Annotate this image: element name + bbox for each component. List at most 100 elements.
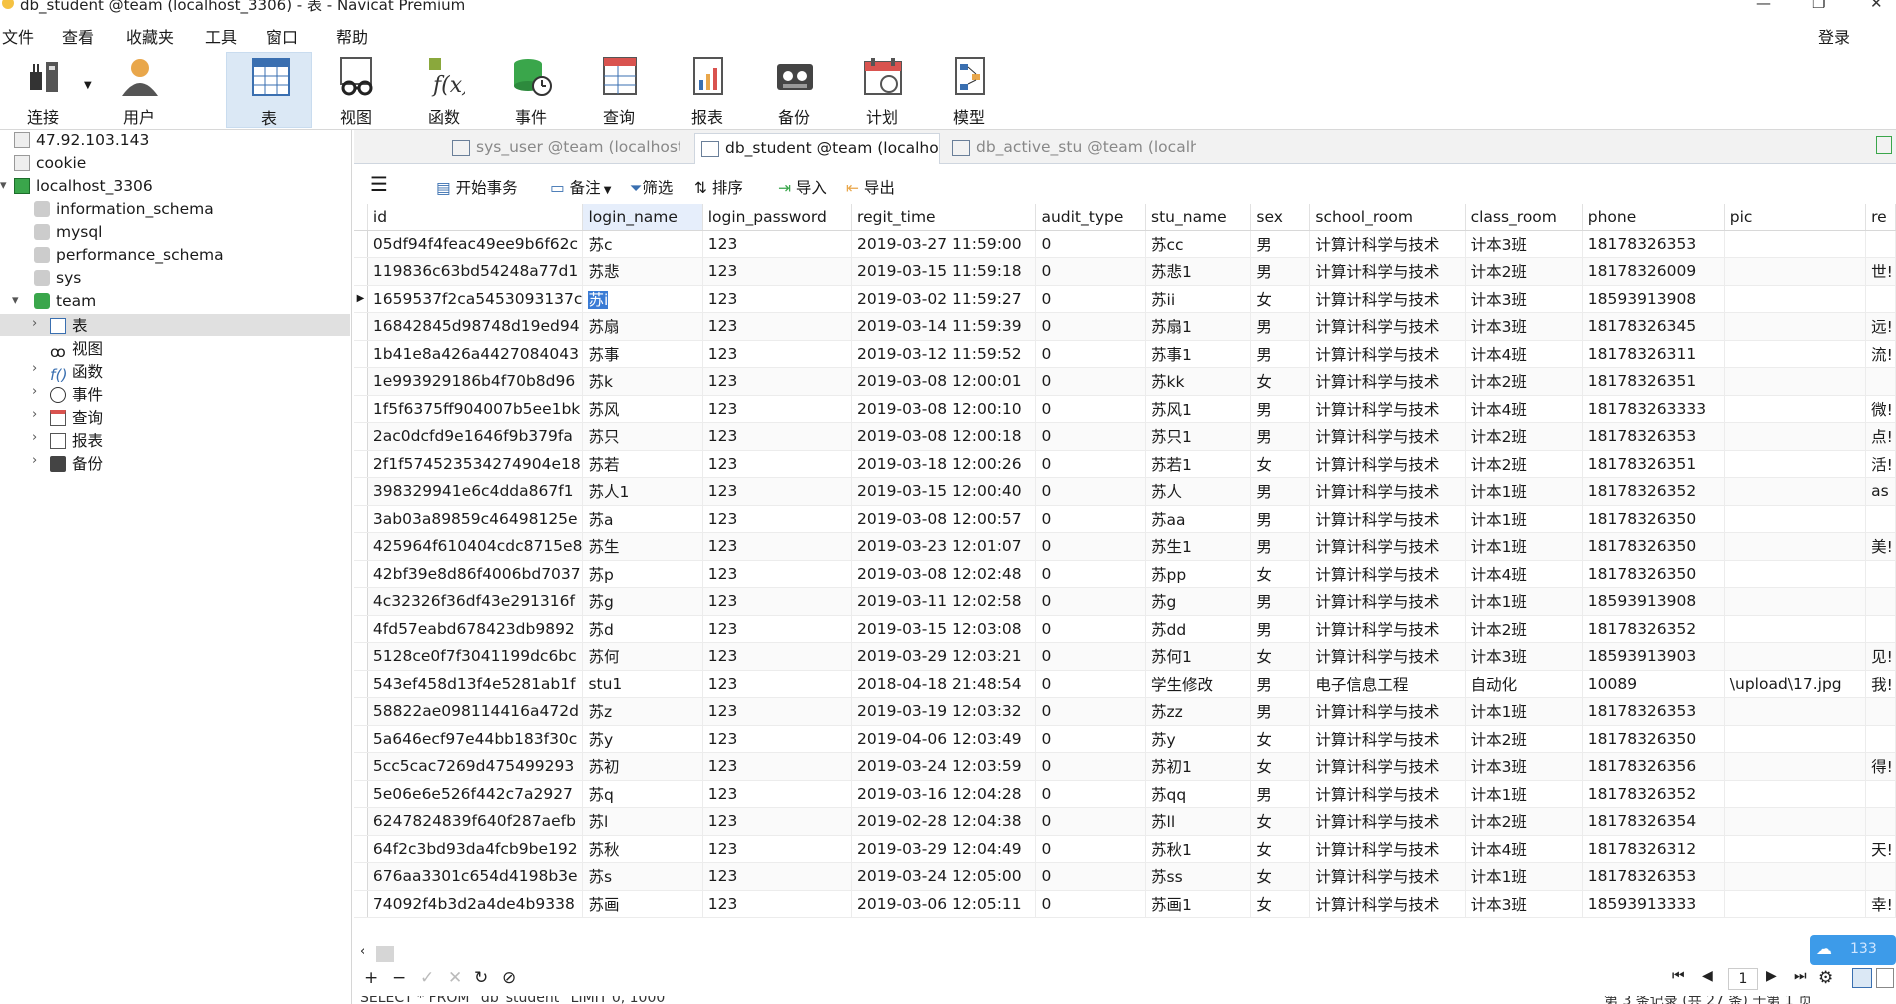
table-cell[interactable]: [1724, 532, 1867, 561]
table-cell[interactable]: 18593913333: [1582, 890, 1725, 918]
table-cell[interactable]: 计本2班: [1465, 422, 1583, 451]
sort-button[interactable]: ⇅ 排序: [694, 176, 743, 198]
table-cell[interactable]: 男: [1250, 340, 1311, 368]
tab-db-active-stu[interactable]: db_active_stu @team (localh...: [946, 133, 1196, 164]
table-cell[interactable]: [1865, 725, 1896, 753]
table-cell[interactable]: 苏pp: [1145, 560, 1252, 588]
table-cell[interactable]: 0: [1035, 367, 1147, 396]
table-cell[interactable]: 远!: [1865, 312, 1896, 341]
table-cell[interactable]: 计本2班: [1465, 367, 1583, 396]
table-row[interactable]: 543ef458d13f4e5281ab1f stu1 123 2018-04-18 …: [354, 670, 1896, 698]
table-cell[interactable]: 苏l: [582, 807, 703, 836]
restore-icon[interactable]: ❐: [1812, 0, 1825, 12]
menu-file[interactable]: 文件: [2, 24, 34, 48]
table-row[interactable]: 5128ce0f7f3041199dc6bc 苏何 123 2019-03-29 12…: [354, 642, 1896, 671]
table-cell[interactable]: 计算计科学与技术: [1309, 615, 1466, 643]
table-cell[interactable]: 5128ce0f7f3041199dc6bc: [367, 642, 584, 671]
table-cell[interactable]: [1865, 230, 1896, 258]
next-page-icon[interactable]: ▶: [1766, 968, 1777, 984]
table-cell[interactable]: 计本3班: [1465, 890, 1583, 918]
table-cell[interactable]: 女: [1250, 752, 1311, 781]
table-row[interactable]: ▶ 1659537f2ca5453093137c 苏i 123 2019-03-02 1…: [354, 285, 1896, 313]
table-cell[interactable]: 0: [1035, 615, 1147, 643]
toolbar-backup-button[interactable]: 备份: [751, 52, 837, 128]
table-cell[interactable]: 男: [1250, 257, 1311, 286]
table-cell[interactable]: 苏kk: [1145, 367, 1252, 396]
table-cell[interactable]: 123: [702, 835, 853, 863]
table-cell[interactable]: 苏ii: [1145, 285, 1252, 313]
toolbar-report-button[interactable]: 报表: [664, 52, 750, 128]
table-cell[interactable]: 0: [1035, 257, 1147, 286]
table-cell[interactable]: [1865, 367, 1896, 396]
table-cell[interactable]: 计本1班: [1465, 532, 1583, 561]
table-cell[interactable]: [1724, 477, 1867, 506]
column-header-stu-name[interactable]: stu_name: [1145, 204, 1252, 231]
table-cell[interactable]: 苏画: [582, 890, 703, 918]
table-cell[interactable]: 苏初: [582, 752, 703, 781]
table-cell[interactable]: 苏y: [1145, 725, 1252, 753]
table-cell[interactable]: 398329941e6c4dda867f1: [367, 477, 584, 506]
table-cell[interactable]: 2019-03-18 12:00:26: [851, 450, 1037, 478]
delete-record-icon[interactable]: −: [392, 968, 406, 988]
expand-caret-icon[interactable]: ›: [32, 453, 37, 468]
table-cell[interactable]: 18178326354: [1582, 807, 1725, 836]
table-cell[interactable]: 0: [1035, 312, 1147, 341]
table-cell[interactable]: 苏人: [1145, 477, 1252, 506]
table-cell[interactable]: 苏cc: [1145, 230, 1252, 258]
table-row[interactable]: 4fd57eabd678423db9892 苏d 123 2019-03-15 12:…: [354, 615, 1896, 643]
table-cell[interactable]: 0: [1035, 587, 1147, 616]
table-cell[interactable]: [1724, 285, 1867, 313]
table-cell[interactable]: 男: [1250, 697, 1311, 726]
table-cell[interactable]: [1724, 257, 1867, 286]
tree-connection-item[interactable]: 47.92.103.143: [14, 131, 149, 153]
table-cell[interactable]: 64f2c3bd93da4fcb9be192: [367, 835, 584, 863]
table-row[interactable]: 74092f4b3d2a4de4b9338 苏画 123 2019-03-06 12:…: [354, 890, 1896, 918]
table-cell[interactable]: 2ac0dcfd9e1646f9b379fa: [367, 422, 584, 451]
table-cell[interactable]: 18593913903: [1582, 642, 1725, 671]
tab-db-student[interactable]: db_student @team (localho...: [694, 133, 940, 164]
table-cell[interactable]: 计算计科学与技术: [1309, 450, 1466, 478]
table-cell[interactable]: 18178326353: [1582, 422, 1725, 451]
table-cell[interactable]: [1724, 890, 1867, 918]
table-row[interactable]: 398329941e6c4dda867f1 苏人1 123 2019-03-15 12…: [354, 477, 1896, 506]
table-cell[interactable]: [1724, 560, 1867, 588]
table-cell[interactable]: 苏扇: [582, 312, 703, 341]
cloud-sync-badge[interactable]: ☁ 133: [1810, 935, 1896, 965]
menu-tools[interactable]: 工具: [205, 24, 237, 48]
table-cell[interactable]: 苏事1: [1145, 340, 1252, 368]
table-cell[interactable]: 点!: [1865, 422, 1896, 451]
expand-caret-icon[interactable]: ›: [32, 384, 37, 399]
table-cell[interactable]: 05df94f4feac49ee9b6f62c: [367, 230, 584, 258]
table-cell[interactable]: 苏人1: [582, 477, 703, 506]
table-row[interactable]: 5cc5cac7269d475499293 苏初 123 2019-03-24 12:…: [354, 752, 1896, 781]
table-cell[interactable]: 2019-03-27 11:59:00: [851, 230, 1037, 258]
table-cell[interactable]: 1b41e8a426a4427084043: [367, 340, 584, 368]
table-cell[interactable]: 活!: [1865, 450, 1896, 478]
table-cell[interactable]: [1865, 587, 1896, 616]
table-cell[interactable]: 苏d: [582, 615, 703, 643]
table-cell[interactable]: 苏ll: [1145, 807, 1252, 836]
table-cell[interactable]: 18178326311: [1582, 340, 1725, 368]
expand-caret-icon[interactable]: ›: [32, 430, 37, 445]
table-cell[interactable]: 4fd57eabd678423db9892: [367, 615, 584, 643]
table-row[interactable]: 42bf39e8d86f4006bd7037 苏p 123 2019-03-08 12…: [354, 560, 1896, 588]
column-header-audit-type[interactable]: audit_type: [1035, 204, 1147, 231]
table-cell[interactable]: 2019-04-06 12:03:49: [851, 725, 1037, 753]
toolbar-view-button[interactable]: 视图: [313, 52, 399, 128]
table-cell[interactable]: 18593913908: [1582, 587, 1725, 616]
toolbar-user-button[interactable]: 用户: [96, 52, 182, 128]
table-cell[interactable]: [1865, 560, 1896, 588]
table-cell[interactable]: 计本2班: [1465, 807, 1583, 836]
table-cell[interactable]: 18178326352: [1582, 615, 1725, 643]
table-cell[interactable]: 计本1班: [1465, 697, 1583, 726]
table-cell[interactable]: 18178326352: [1582, 477, 1725, 506]
column-header-login-name[interactable]: login_name: [582, 204, 703, 231]
page-number-field[interactable]: 1: [1728, 968, 1758, 990]
table-cell[interactable]: 女: [1250, 642, 1311, 671]
table-cell[interactable]: 123: [702, 587, 853, 616]
table-cell[interactable]: 计算计科学与技术: [1309, 807, 1466, 836]
table-cell[interactable]: 天!: [1865, 835, 1896, 863]
apply-icon[interactable]: ✓: [420, 968, 434, 988]
table-cell[interactable]: 18178326353: [1582, 230, 1725, 258]
table-cell[interactable]: 2019-03-06 12:05:11: [851, 890, 1037, 918]
